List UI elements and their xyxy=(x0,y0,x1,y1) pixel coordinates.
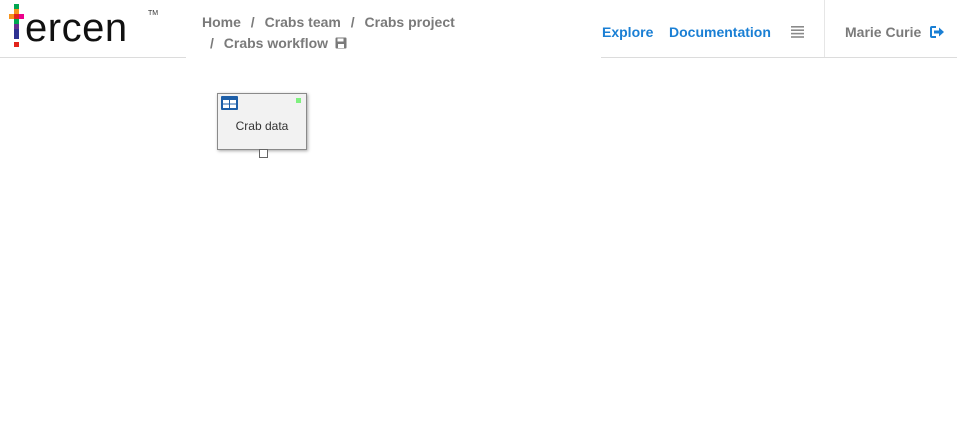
breadcrumb-project[interactable]: Crabs project xyxy=(365,14,455,30)
explore-link[interactable]: Explore xyxy=(602,24,653,40)
sign-out-icon[interactable] xyxy=(930,25,945,43)
breadcrumb-workflow[interactable]: Crabs workflow xyxy=(224,35,328,51)
documentation-link[interactable]: Documentation xyxy=(669,24,771,40)
breadcrumb-separator: / xyxy=(250,14,255,30)
logo-trademark: TM xyxy=(148,10,159,17)
tercen-logo[interactable]: ercen TM xyxy=(9,4,161,52)
workflow-node[interactable]: Crab data xyxy=(217,93,307,158)
logo-wordmark: ercen xyxy=(25,6,128,50)
top-navigation-bar: ercen TM Home / Crabs team / Crabs proje… xyxy=(0,0,957,57)
breadcrumb-team[interactable]: Crabs team xyxy=(265,14,341,30)
nav-divider xyxy=(824,0,825,57)
breadcrumb-separator: / xyxy=(210,35,214,51)
table-icon xyxy=(221,96,238,115)
node-status-indicator xyxy=(296,98,301,103)
node-label: Crab data xyxy=(235,119,289,133)
save-icon[interactable] xyxy=(335,34,347,55)
hamburger-menu-icon[interactable] xyxy=(791,25,804,43)
node-output-port[interactable] xyxy=(259,149,268,158)
breadcrumb-home[interactable]: Home xyxy=(202,14,241,30)
user-name[interactable]: Marie Curie xyxy=(845,24,921,40)
breadcrumb: Home / Crabs team / Crabs project / Crab… xyxy=(202,12,455,55)
breadcrumb-separator: / xyxy=(350,14,355,30)
workflow-canvas[interactable]: Crab data xyxy=(0,58,957,425)
